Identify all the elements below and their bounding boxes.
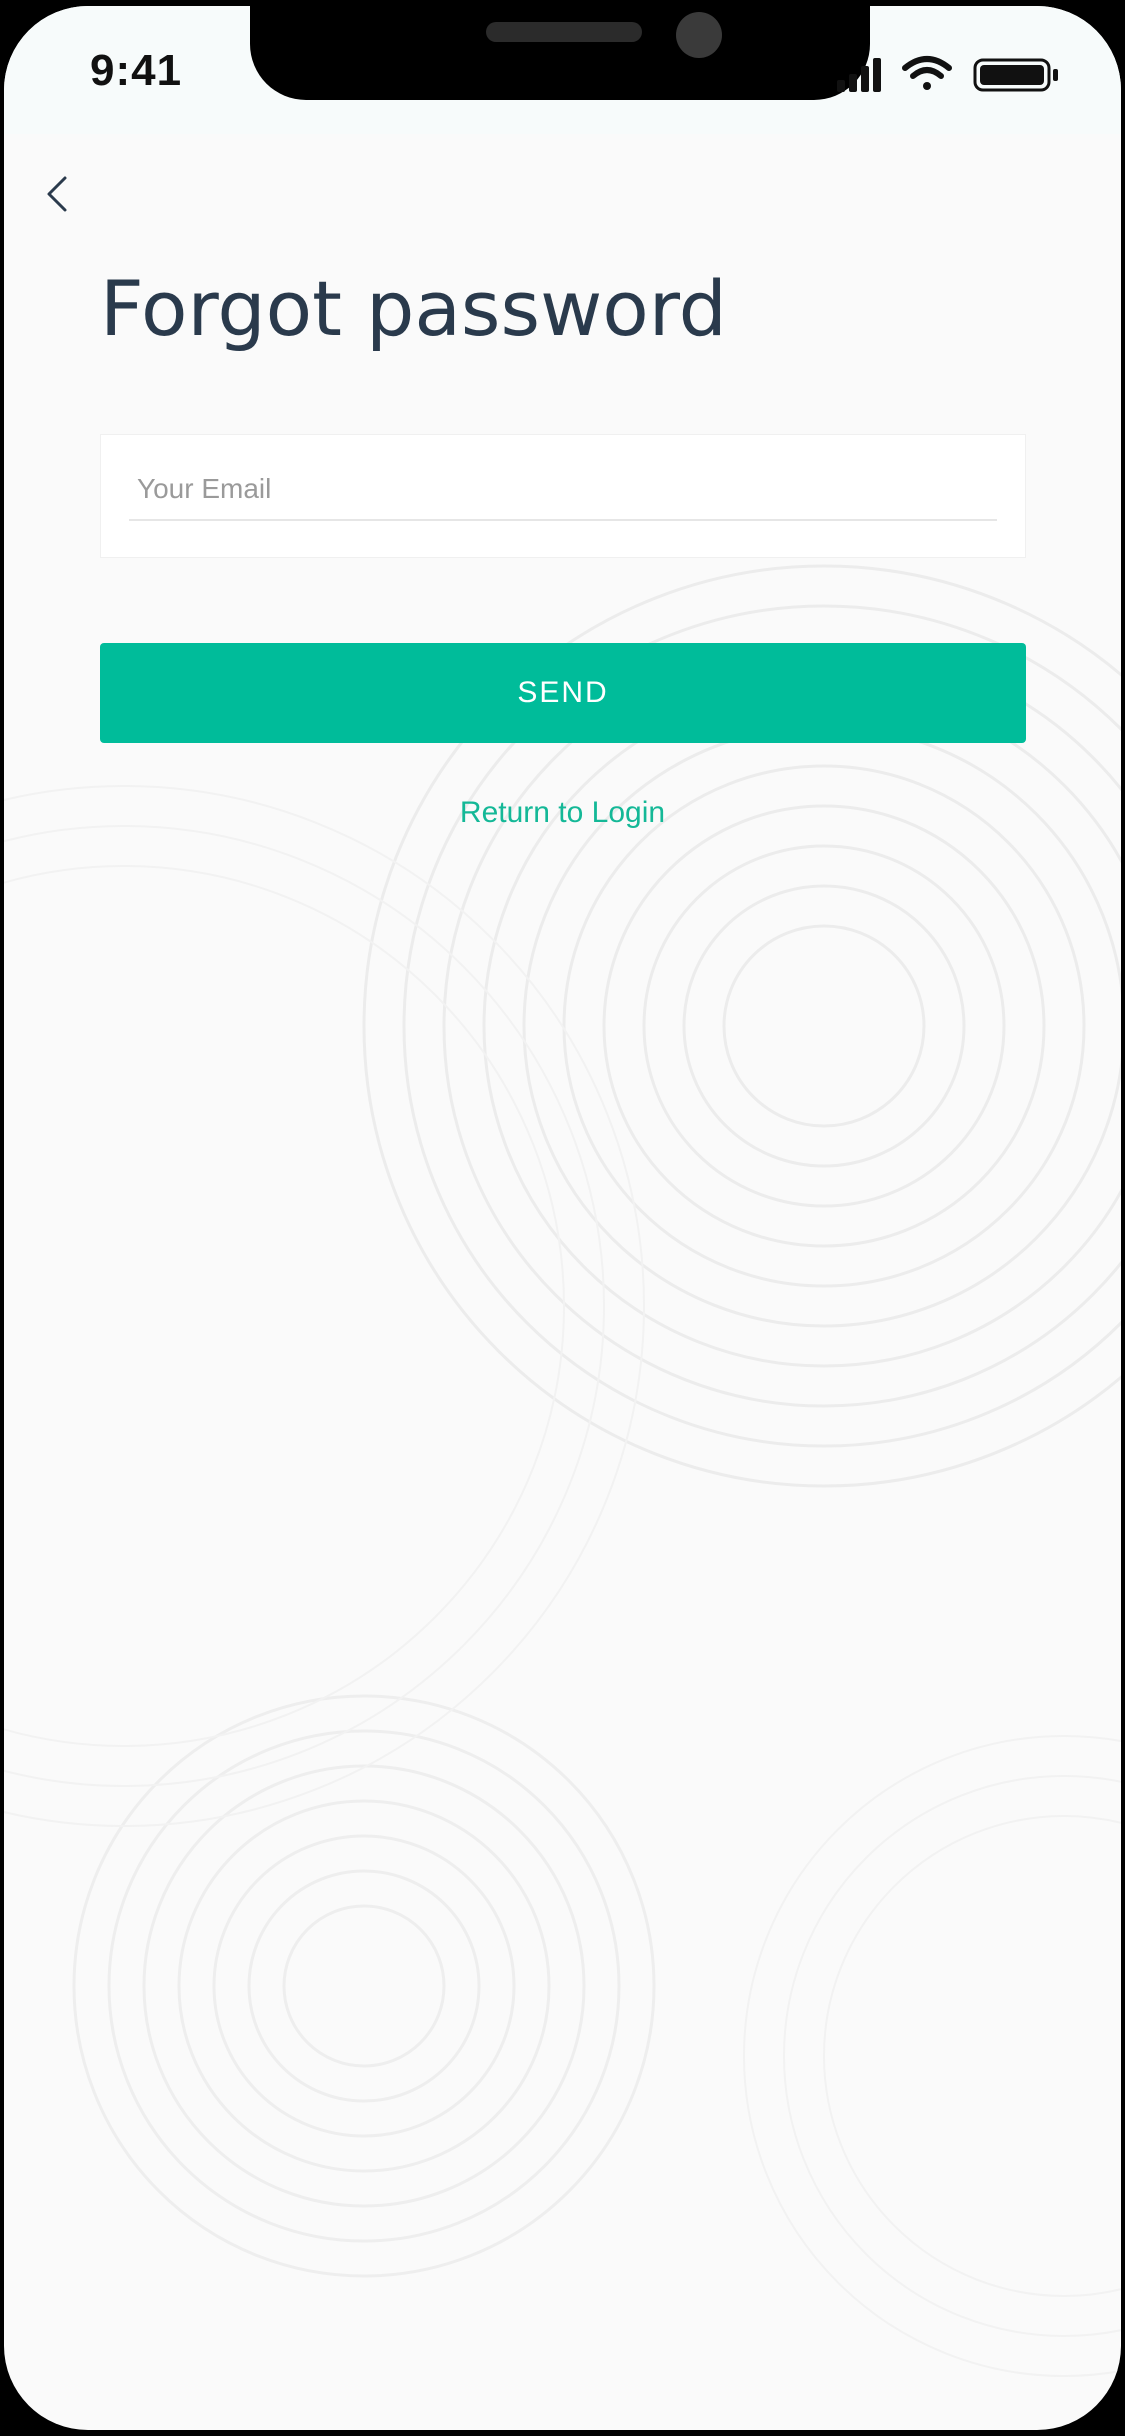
phone-screen: 9:41 Forgot password Your Email SEND Ret… [4, 6, 1121, 2430]
email-field-card [100, 434, 1026, 558]
fingerprint-background [4, 564, 1121, 2377]
speaker-grille [486, 22, 642, 42]
send-button[interactable]: SEND [100, 643, 1026, 743]
wifi-icon [902, 56, 952, 90]
battery-icon [973, 58, 1058, 92]
page-title: Forgot password [100, 264, 727, 353]
back-button[interactable] [34, 166, 80, 222]
device-notch [250, 6, 870, 100]
front-camera [676, 12, 722, 58]
status-time: 9:41 [90, 46, 183, 95]
return-to-login-link[interactable]: Return to Login [4, 796, 1121, 830]
chevron-left-icon [47, 176, 67, 212]
status-icons [837, 56, 1058, 92]
email-field[interactable] [129, 469, 997, 521]
status-bar: 9:41 [4, 6, 1121, 134]
signal-icon [837, 58, 881, 92]
